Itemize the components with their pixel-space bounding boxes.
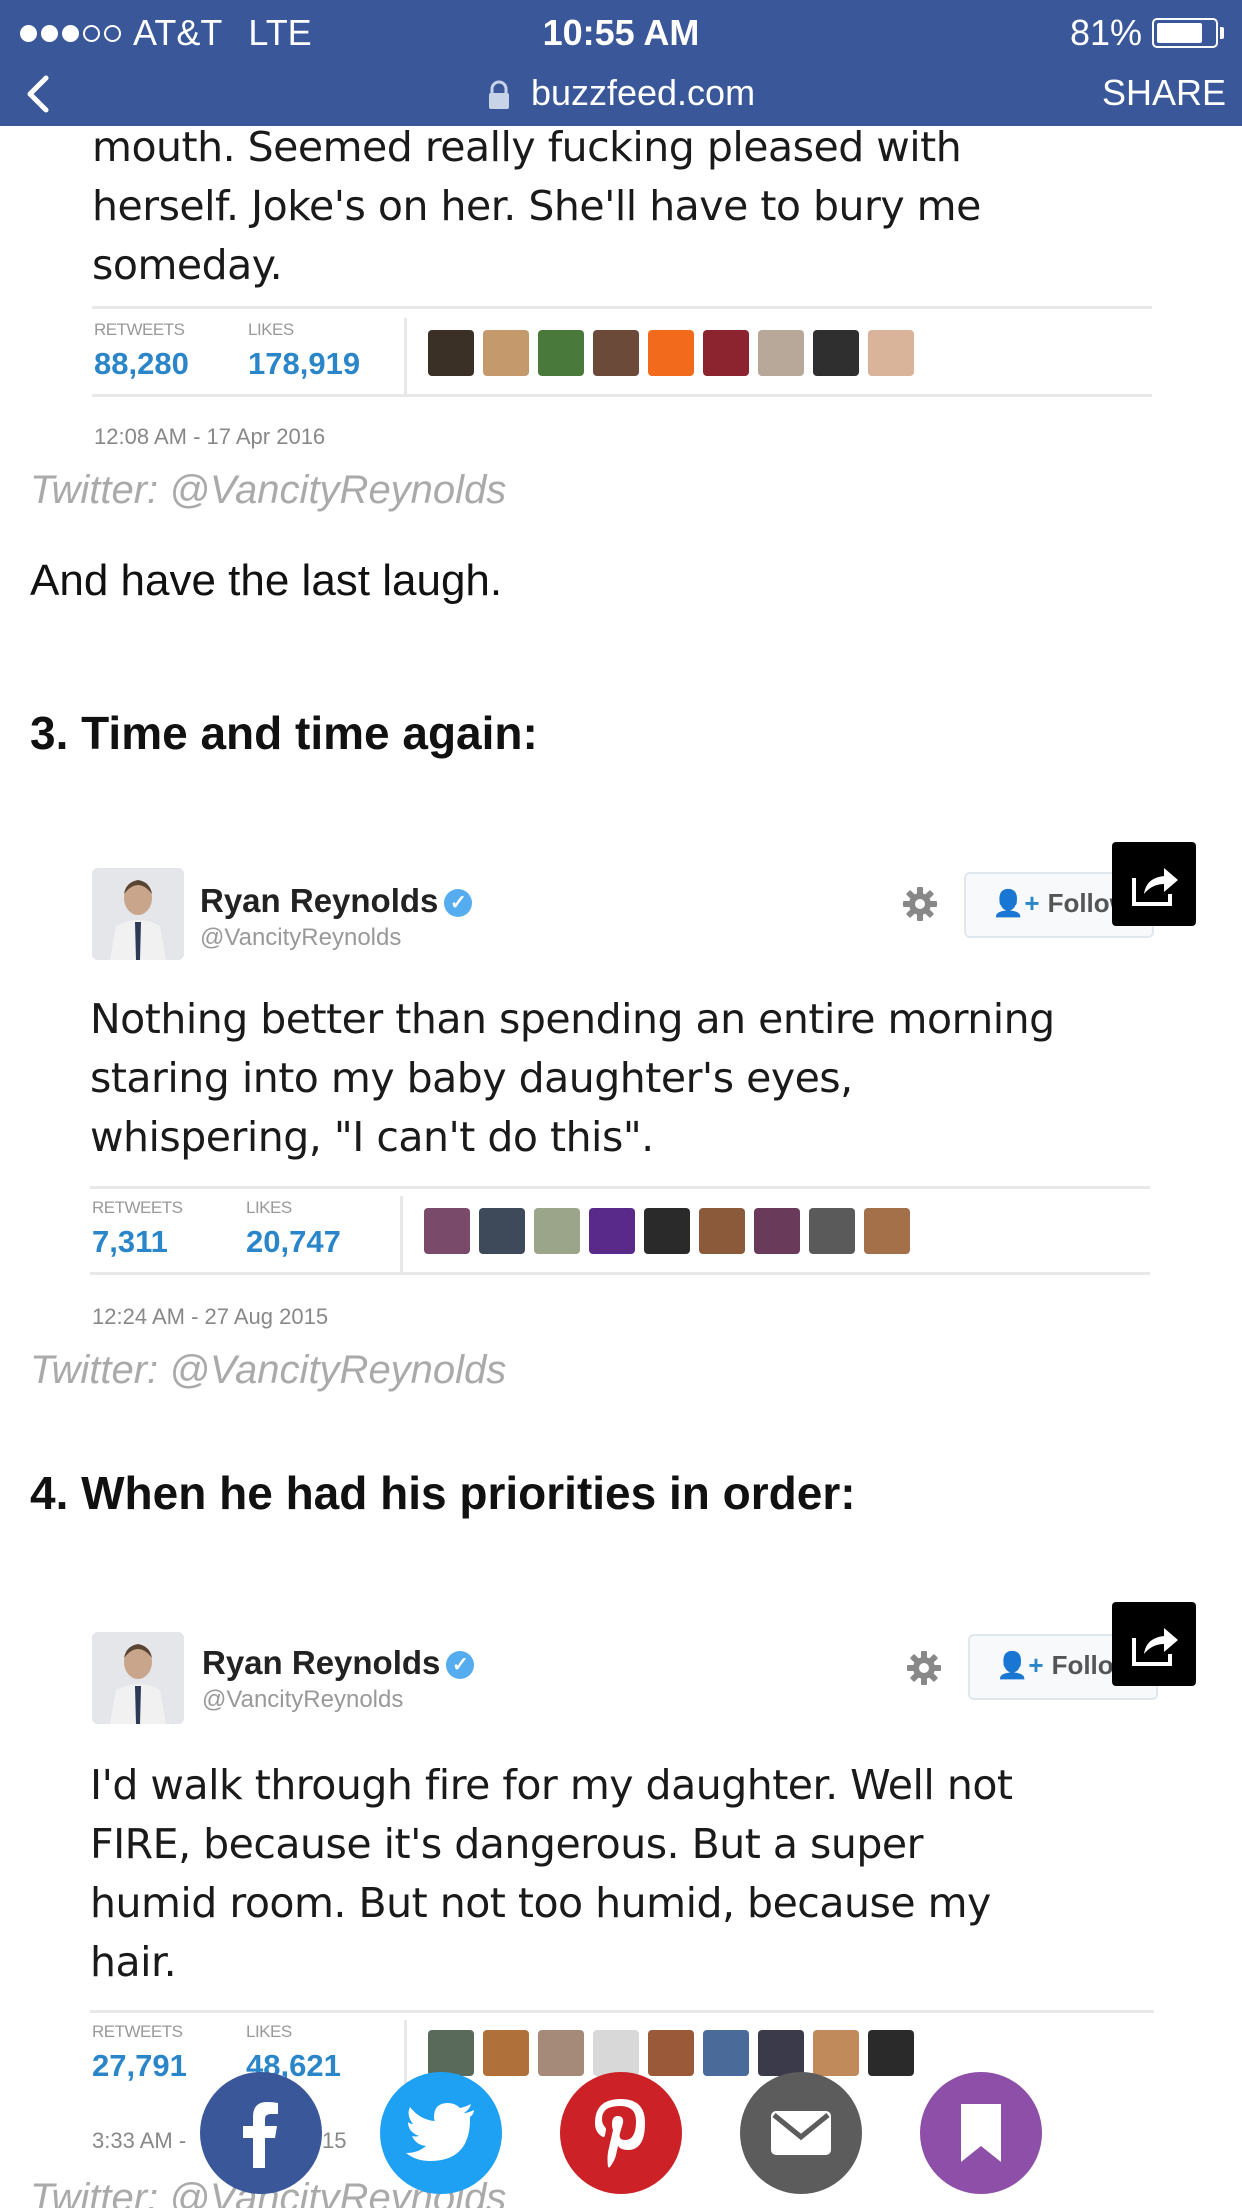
tweet-text: Nothing better than spending an entire m…	[90, 990, 1055, 1167]
bookmark-button[interactable]	[920, 2072, 1042, 2194]
tweet-text-line: hair.	[90, 1938, 177, 1986]
likes-count[interactable]: 178,919	[248, 346, 360, 382]
gear-icon[interactable]	[900, 884, 940, 924]
tweet-author-name[interactable]: Ryan Reynolds ✓	[202, 1644, 475, 1682]
pinterest-share-button[interactable]	[560, 2072, 682, 2194]
embed-share-button[interactable]	[1112, 842, 1196, 926]
url-bar[interactable]: buzzfeed.com	[0, 72, 1242, 114]
verified-badge-icon: ✓	[446, 1651, 475, 1680]
divider	[400, 1196, 403, 1274]
tweet-text-line: Nothing better than spending an entire m…	[90, 995, 1055, 1043]
tweet-text-line: I'd walk through fire for my daughter. W…	[90, 1761, 1013, 1809]
browser-top-bar: AT&T LTE 10:55 AM 81% buzzfeed.com SHARE	[0, 0, 1242, 126]
tweet-text-line: humid room. But not too humid, because m…	[90, 1879, 991, 1927]
divider	[90, 2010, 1154, 2013]
divider	[90, 1272, 1150, 1275]
status-bar: AT&T LTE 10:55 AM 81%	[0, 0, 1242, 62]
tweet-date-tail: 15	[322, 2128, 347, 2153]
envelope-icon	[771, 2111, 831, 2155]
tweet-author-name[interactable]: Ryan Reynolds ✓	[200, 882, 473, 920]
browser-nav-row: buzzfeed.com SHARE	[0, 62, 1242, 126]
battery-icon	[1152, 18, 1218, 48]
tweet-text-line: mouth. Seemed really fucking pleased wit…	[92, 123, 962, 171]
lock-icon	[488, 81, 509, 110]
likes-label: LIKES	[248, 320, 294, 339]
facebook-share-button[interactable]	[200, 2072, 322, 2194]
share-link[interactable]: SHARE	[1102, 72, 1226, 114]
tweet-text: mouth. Seemed really fucking pleased wit…	[92, 118, 981, 295]
tweet-text-line: staring into my baby daughter's eyes,	[90, 1054, 853, 1102]
tweet-date[interactable]: 12:24 AM - 27 Aug 2015	[92, 1304, 328, 1330]
avatar[interactable]	[92, 868, 184, 960]
battery-indicator: 81%	[1070, 12, 1224, 54]
tweet-date[interactable]: 3:33 AM -	[92, 2128, 186, 2154]
add-user-icon: 👤+	[992, 888, 1040, 918]
tweet-text-line: FIRE, because it's dangerous. But a supe…	[90, 1820, 923, 1868]
retweets-label: RETWEETS	[92, 2022, 183, 2041]
tweet-text-line: whispering, "I can't do this".	[90, 1113, 654, 1161]
divider	[92, 306, 1152, 309]
share-arrow-icon	[1132, 1628, 1178, 1666]
twitter-share-button[interactable]	[380, 2072, 502, 2194]
url-text: buzzfeed.com	[530, 72, 756, 113]
avatar[interactable]	[92, 1632, 184, 1724]
liker-avatars	[428, 2030, 914, 2076]
likes-count[interactable]: 20,747	[246, 1224, 341, 1260]
battery-percent: 81%	[1069, 12, 1142, 53]
tweet-text-line: herself. Joke's on her. She'll have to b…	[92, 182, 981, 230]
embed-share-button[interactable]	[1112, 1602, 1196, 1686]
share-arrow-icon	[1132, 868, 1178, 906]
tweet-date[interactable]: 12:08 AM - 17 Apr 2016	[94, 424, 325, 450]
email-share-button[interactable]	[740, 2072, 862, 2194]
list-heading: 4. When he had his priorities in order:	[30, 1467, 856, 1519]
retweets-count[interactable]: 27,791	[92, 2048, 187, 2084]
divider	[92, 394, 1152, 397]
likes-label: LIKES	[246, 2022, 292, 2041]
divider	[90, 1186, 1150, 1189]
verified-badge-icon: ✓	[444, 889, 473, 918]
article-paragraph: And have the last laugh.	[30, 556, 503, 605]
pinterest-icon	[595, 2099, 645, 2168]
tweet-author-handle[interactable]: @VancityReynolds	[200, 924, 401, 952]
tweet-text: I'd walk through fire for my daughter. W…	[90, 1756, 1013, 1992]
retweets-count[interactable]: 88,280	[94, 346, 189, 382]
facebook-icon	[243, 2102, 278, 2168]
retweets-label: RETWEETS	[92, 1198, 183, 1217]
image-credit[interactable]: Twitter: @VancityReynolds	[30, 1348, 506, 1393]
likes-label: LIKES	[246, 1198, 292, 1217]
gear-icon[interactable]	[904, 1648, 944, 1688]
liker-avatars	[424, 1208, 910, 1254]
retweets-label: RETWEETS	[94, 320, 185, 339]
status-time: 10:55 AM	[542, 12, 700, 53]
twitter-bird-icon	[406, 2103, 474, 2161]
retweets-count[interactable]: 7,311	[92, 1224, 168, 1260]
image-credit[interactable]: Twitter: @VancityReynolds	[30, 468, 506, 513]
divider	[404, 318, 407, 394]
tweet-author-handle[interactable]: @VancityReynolds	[202, 1686, 403, 1714]
liker-avatars	[428, 330, 914, 376]
list-heading: 3. Time and time again:	[30, 707, 538, 759]
add-user-icon: 👤+	[996, 1650, 1044, 1680]
tweet-text-line: someday.	[92, 241, 283, 289]
bookmark-icon	[961, 2104, 1001, 2162]
